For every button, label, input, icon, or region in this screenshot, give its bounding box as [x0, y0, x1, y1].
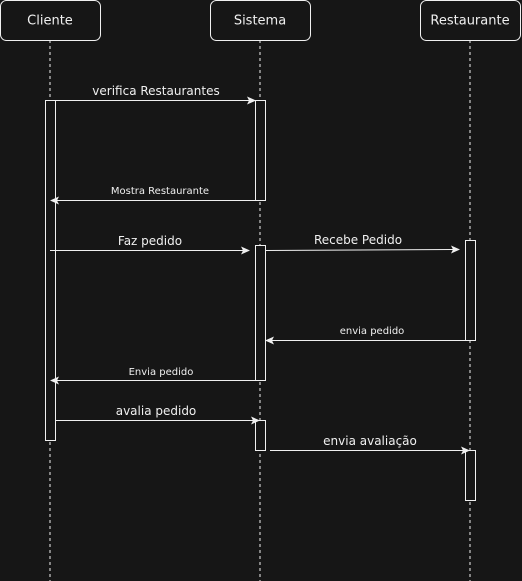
sequence-diagram: Cliente Sistema Restaurante verifica Res…: [0, 0, 522, 581]
message-label: Faz pedido: [118, 234, 182, 248]
actor-label-restaurante: Restaurante: [430, 14, 509, 29]
message-mostra-restaurante[interactable]: Mostra Restaurante: [50, 186, 265, 205]
message-label: Envia pedido: [129, 367, 194, 378]
actor-restaurante[interactable]: Restaurante: [420, 0, 521, 41]
message-verifica-restaurantes[interactable]: verifica Restaurantes: [55, 84, 256, 105]
message-recebe-pedido[interactable]: Recebe Pedido: [264, 233, 460, 254]
activation-restaurante-1[interactable]: [465, 240, 476, 341]
message-label: envia pedido: [340, 326, 405, 337]
message-envia-pedido-sistema[interactable]: Envia pedido: [50, 367, 265, 385]
actor-sistema[interactable]: Sistema: [210, 0, 311, 41]
sequence-diagram-canvas: Cliente Sistema Restaurante verifica Res…: [0, 0, 521, 581]
message-label: envia avaliação: [323, 434, 417, 448]
message-avalia-pedido[interactable]: avalia pedido: [55, 404, 260, 425]
message-label: avalia pedido: [116, 404, 197, 418]
activation-restaurante-2[interactable]: [465, 450, 476, 501]
message-envia-pedido-restaurante[interactable]: envia pedido: [265, 326, 475, 345]
message-faz-pedido[interactable]: Faz pedido: [50, 234, 250, 255]
activation-sistema-2[interactable]: [255, 245, 266, 381]
activation-cliente[interactable]: [45, 100, 56, 441]
activation-sistema-3[interactable]: [255, 420, 266, 451]
message-label: verifica Restaurantes: [92, 84, 219, 98]
message-envia-avaliacao[interactable]: envia avaliação: [270, 434, 470, 455]
actor-label-sistema: Sistema: [234, 14, 286, 29]
activation-sistema-1[interactable]: [255, 100, 266, 201]
actor-label-cliente: Cliente: [27, 14, 73, 29]
message-label: Recebe Pedido: [314, 233, 402, 247]
actor-cliente[interactable]: Cliente: [0, 0, 101, 41]
message-label: Mostra Restaurante: [111, 186, 209, 197]
